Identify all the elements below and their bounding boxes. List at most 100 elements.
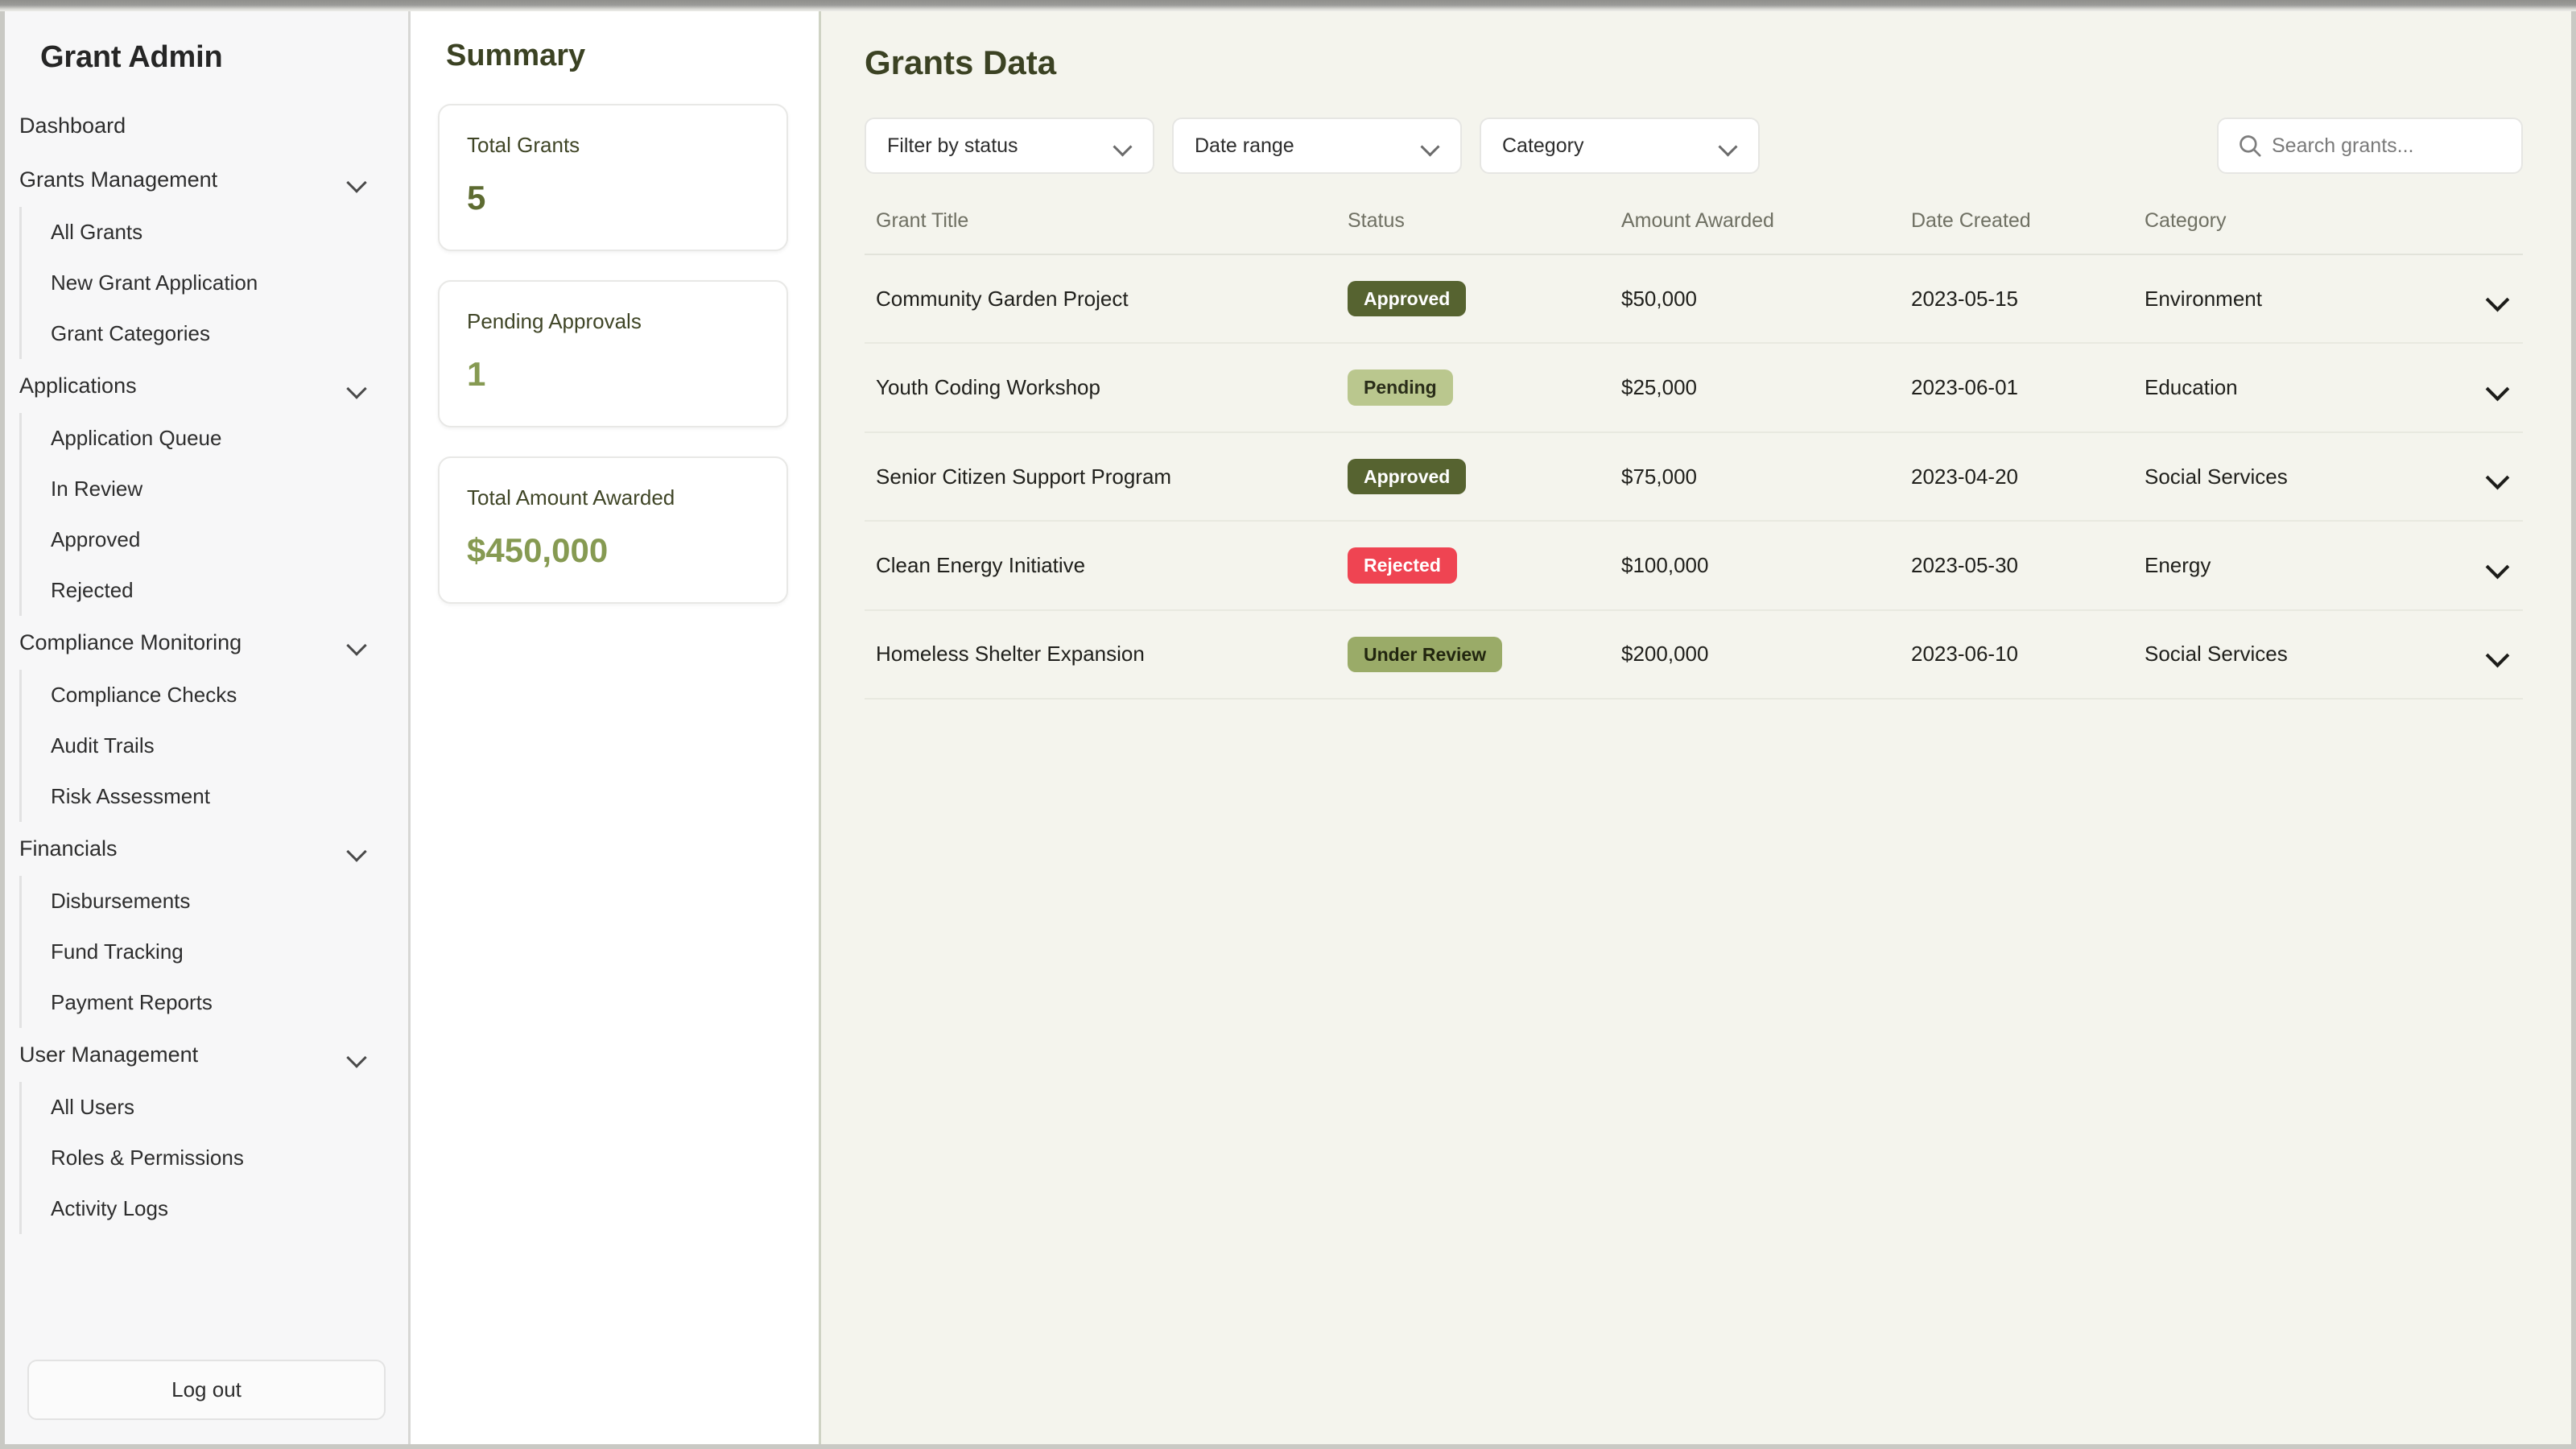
cell-grant-title: Youth Coding Workshop [865, 343, 1348, 433]
sidebar-item-label: Applications [19, 374, 137, 398]
cell-grant-title: Senior Citizen Support Program [865, 431, 1348, 522]
sidebar: Grant Admin Dashboard Grants Management Al… [5, 11, 411, 1444]
table-row[interactable]: Youth Coding Workshop Pending $25,000 2023-… [865, 343, 2523, 433]
sidebar-item-label: User Management [19, 1042, 199, 1067]
sidebar-subitem-fund-tracking[interactable]: Fund Tracking [22, 927, 386, 977]
stat-card-label: Total Grants [467, 133, 580, 157]
cell-amount-awarded: $50,000 [1621, 254, 1911, 345]
sidebar-subitem-all-grants[interactable]: All Grants [22, 207, 386, 258]
table-toolbar: Filter by status Date range Category [865, 118, 2523, 174]
status-badge: Pending [1348, 369, 1453, 406]
table-row[interactable]: Senior Citizen Support Program Approved $7… [865, 431, 2523, 522]
sidebar-subitem-payment-reports[interactable]: Payment Reports [22, 977, 386, 1028]
cell-status: Rejected [1348, 521, 1621, 611]
search-box[interactable] [2217, 118, 2523, 174]
column-header-date-created[interactable]: Date Created [1911, 209, 2145, 255]
sidebar-subitem-rejected[interactable]: Rejected [22, 565, 386, 616]
cell-expand [2450, 343, 2523, 433]
sidebar-subnav: Disbursements Fund Tracking Payment Report… [19, 876, 386, 1028]
sidebar-nav: Dashboard Grants Management All Grants New … [5, 99, 408, 1339]
sidebar-subitem-grant-categories[interactable]: Grant Categories [22, 308, 386, 359]
sidebar-subitem-new-grant-application[interactable]: New Grant Application [22, 258, 386, 308]
sidebar-subnav: All Grants New Grant Application Grant Cat… [19, 207, 386, 359]
log-out-button[interactable]: Log out [27, 1360, 386, 1420]
sidebar-subitem-application-queue[interactable]: Application Queue [22, 413, 386, 464]
sidebar-item-dashboard[interactable]: Dashboard [5, 99, 386, 153]
chevron-down-icon [345, 169, 368, 192]
chevron-down-icon [1113, 135, 1133, 156]
sidebar-item-label: Dashboard [19, 114, 126, 138]
sidebar-subitem-in-review[interactable]: In Review [22, 464, 386, 514]
window-chrome-bar [0, 0, 2576, 11]
sidebar-subnav: Compliance Checks Audit Trails Risk Assess… [19, 670, 386, 822]
cell-category: Environment [2145, 254, 2450, 345]
sidebar-subitem-all-users[interactable]: All Users [22, 1082, 386, 1133]
stat-card-value: 5 [467, 179, 486, 217]
cell-status: Approved [1348, 254, 1621, 345]
cell-category: Energy [2145, 521, 2450, 611]
sidebar-subitem-roles-permissions[interactable]: Roles & Permissions [22, 1133, 386, 1183]
category-label: Category [1502, 134, 1584, 157]
cell-category: Social Services [2145, 431, 2450, 522]
status-badge: Rejected [1348, 547, 1457, 584]
search-input[interactable] [2272, 134, 2507, 158]
cell-grant-title: Clean Energy Initiative [865, 521, 1348, 611]
sidebar-subitem-activity-logs[interactable]: Activity Logs [22, 1183, 386, 1234]
chevron-down-icon [345, 1044, 368, 1067]
stat-card-value: $450,000 [467, 531, 609, 569]
cell-grant-title: Community Garden Project [865, 254, 1348, 345]
category-select[interactable]: Category [1480, 118, 1760, 174]
chevron-down-icon[interactable] [2484, 641, 2512, 668]
sidebar-item-grants-management[interactable]: Grants Management [5, 153, 386, 207]
table-row[interactable]: Community Garden Project Approved $50,000 2… [865, 254, 2523, 345]
cell-date-created: 2023-04-20 [1911, 431, 2145, 522]
sidebar-subitem-compliance-checks[interactable]: Compliance Checks [22, 670, 386, 720]
chevron-down-icon [1718, 135, 1739, 156]
filter-by-status-select[interactable]: Filter by status [865, 118, 1154, 174]
cell-amount-awarded: $100,000 [1621, 521, 1911, 611]
stat-card: Total Grants 5 [438, 104, 788, 251]
table-header-row: Grant Title Status Amount Awarded Date C… [865, 209, 2523, 255]
chevron-down-icon[interactable] [2484, 463, 2512, 490]
sidebar-item-user-management[interactable]: User Management [5, 1028, 386, 1082]
filter-by-status-label: Filter by status [887, 134, 1018, 157]
cell-amount-awarded: $25,000 [1621, 343, 1911, 433]
status-badge: Approved [1348, 281, 1467, 317]
column-header-status[interactable]: Status [1348, 209, 1621, 255]
stat-card-label: Pending Approvals [467, 309, 642, 333]
sidebar-item-compliance-monitoring[interactable]: Compliance Monitoring [5, 616, 386, 670]
sidebar-subnav: Application Queue In Review Approved Reject… [19, 413, 386, 616]
sidebar-subitem-risk-assessment[interactable]: Risk Assessment [22, 771, 386, 822]
cell-expand [2450, 521, 2523, 611]
column-header-amount-awarded[interactable]: Amount Awarded [1621, 209, 1911, 255]
chevron-down-icon [345, 632, 368, 654]
cell-expand [2450, 254, 2523, 345]
sidebar-subitem-disbursements[interactable]: Disbursements [22, 876, 386, 927]
chevron-down-icon[interactable] [2484, 552, 2512, 580]
sidebar-subitem-audit-trails[interactable]: Audit Trails [22, 720, 386, 771]
date-range-select[interactable]: Date range [1172, 118, 1462, 174]
cell-status: Under Review [1348, 609, 1621, 700]
page-title: Grants Data [865, 43, 1057, 81]
sidebar-item-financials[interactable]: Financials [5, 822, 386, 876]
cell-expand [2450, 609, 2523, 700]
table-row[interactable]: Clean Energy Initiative Rejected $100,000 2… [865, 521, 2523, 611]
column-header-expand [2450, 209, 2523, 255]
chevron-down-icon[interactable] [2484, 285, 2512, 312]
sidebar-subitem-approved[interactable]: Approved [22, 514, 386, 565]
table-row[interactable]: Homeless Shelter Expansion Under Review $2… [865, 609, 2523, 700]
cell-status: Approved [1348, 431, 1621, 522]
cell-date-created: 2023-05-30 [1911, 521, 2145, 611]
grants-table: Grant Title Status Amount Awarded Date C… [865, 209, 2523, 700]
sidebar-item-applications[interactable]: Applications [5, 359, 386, 413]
cell-date-created: 2023-05-15 [1911, 254, 2145, 345]
chevron-down-icon[interactable] [2484, 374, 2512, 402]
sidebar-subnav: All Users Roles & Permissions Activity Log… [19, 1082, 386, 1234]
status-badge: Approved [1348, 458, 1467, 495]
cell-category: Social Services [2145, 609, 2450, 700]
stat-card-value: 1 [467, 355, 486, 393]
summary-title: Summary [446, 39, 586, 72]
column-header-category[interactable]: Category [2145, 209, 2450, 255]
cell-grant-title: Homeless Shelter Expansion [865, 609, 1348, 700]
column-header-grant-title[interactable]: Grant Title [865, 209, 1348, 255]
